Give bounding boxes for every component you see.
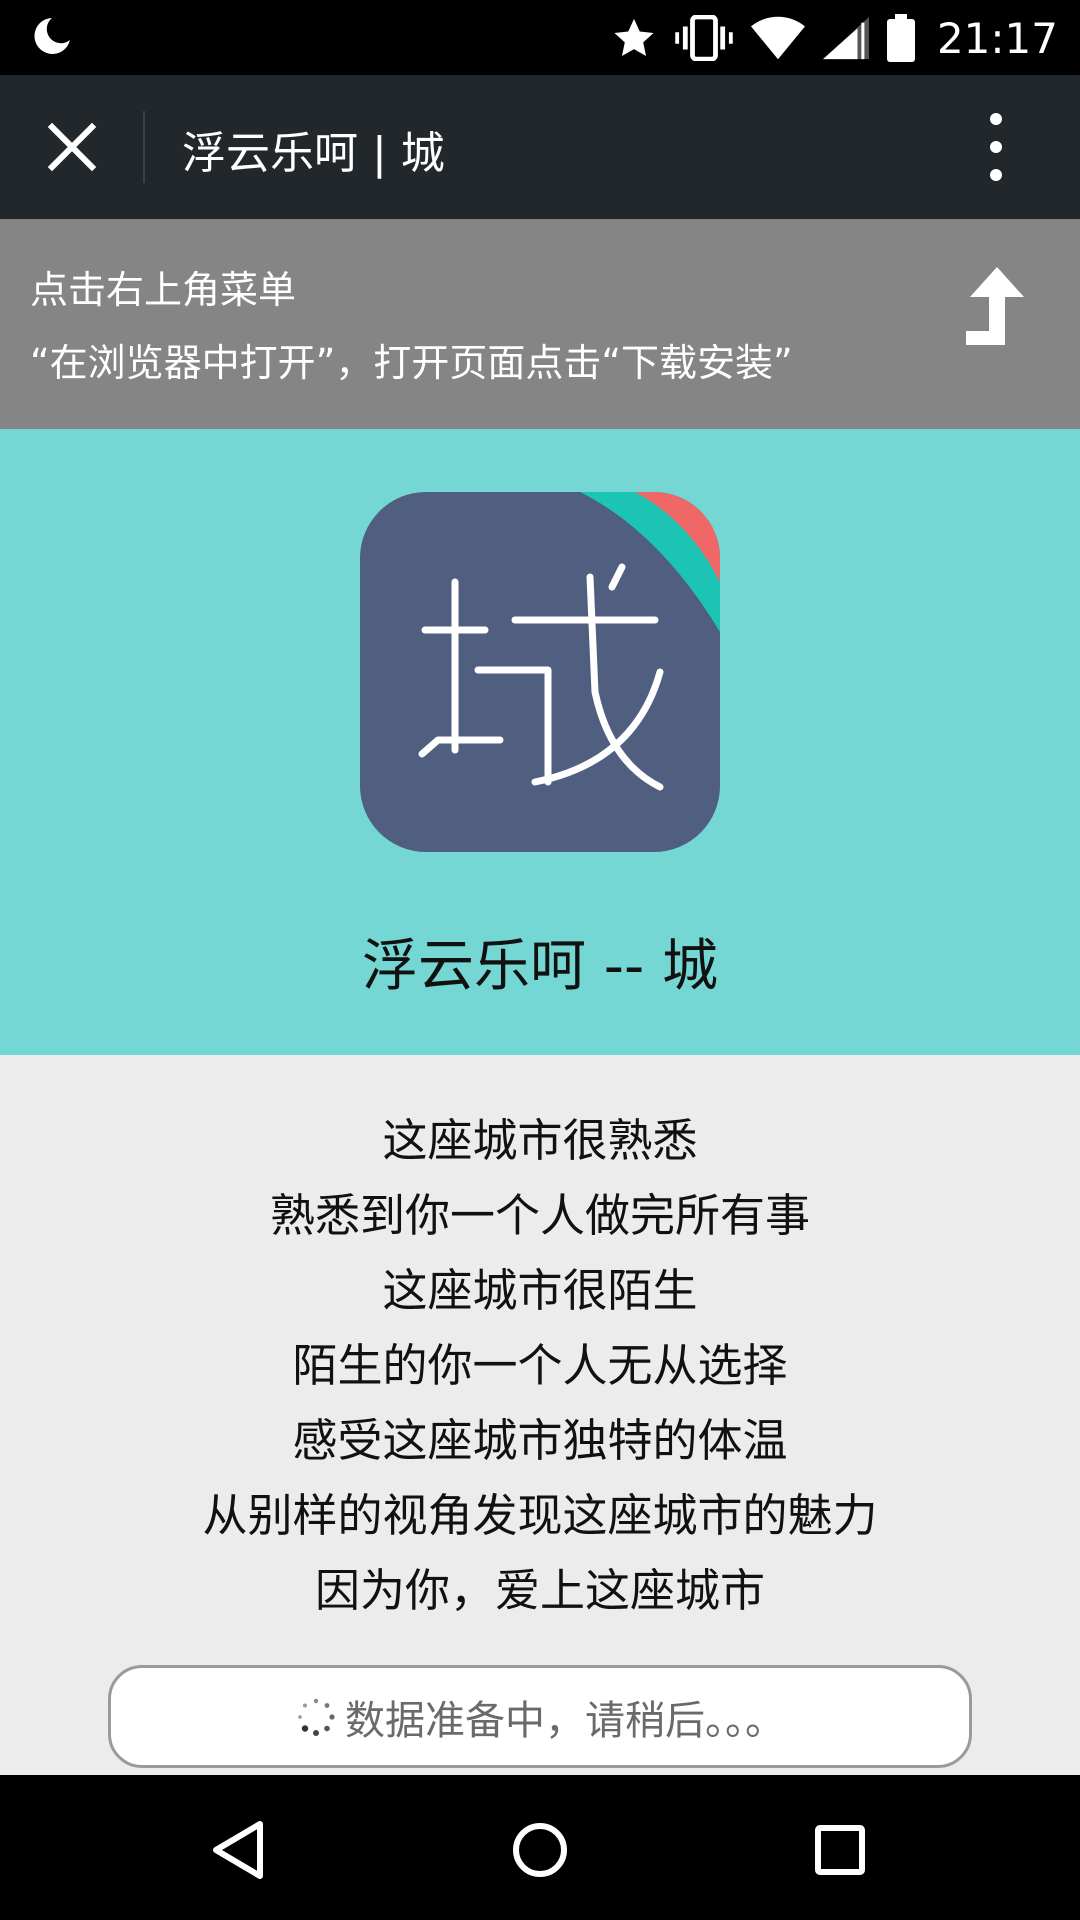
loading-spinner-icon — [298, 1698, 335, 1736]
moon-icon — [34, 18, 70, 54]
app-name: 浮云乐呵 -- 城 — [361, 934, 718, 999]
download-loading-button[interactable]: 数据准备中，请稍后。。。 — [108, 1665, 972, 1768]
nav-back-button[interactable] — [200, 1810, 280, 1890]
page-title: 浮云乐呵 | 城 — [182, 128, 445, 179]
star-icon — [611, 15, 657, 61]
status-time: 21:17 — [936, 13, 1058, 63]
description-line: 因为你，爱上这座城市 — [314, 1564, 765, 1617]
close-icon — [47, 122, 97, 172]
app-bar: 浮云乐呵 | 城 — [0, 75, 1080, 219]
turn-up-arrow-icon — [966, 267, 1024, 345]
app-hero: 浮云乐呵 -- 城 — [0, 429, 1080, 1055]
description-line: 感受这座城市独特的体温 — [292, 1414, 788, 1467]
description-line: 这座城市很陌生 — [382, 1264, 698, 1317]
hint-line-2: “在浏览器中打开”，打开页面点击“下载安装” — [30, 341, 793, 385]
close-button[interactable] — [36, 111, 108, 183]
battery-icon — [886, 14, 915, 62]
open-in-browser-hint: 点击右上角菜单 “在浏览器中打开”，打开页面点击“下载安装” — [0, 219, 1080, 429]
nav-recents-button[interactable] — [800, 1810, 880, 1890]
description-line: 陌生的你一个人无从选择 — [292, 1339, 788, 1392]
hint-line-1: 点击右上角菜单 — [30, 268, 297, 312]
description-line: 从别样的视角发现这座城市的魅力 — [202, 1489, 878, 1542]
description-line: 这座城市很熟悉 — [382, 1114, 698, 1167]
more-menu-button[interactable] — [970, 109, 1022, 185]
home-circle-icon — [513, 1823, 567, 1877]
wifi-icon — [750, 16, 805, 60]
recents-square-icon — [815, 1825, 865, 1875]
more-vert-icon — [990, 113, 1002, 181]
signal-icon — [822, 16, 869, 60]
status-bar: 21:17 — [0, 0, 1080, 75]
app-bar-divider — [143, 111, 145, 183]
navigation-bar — [0, 1775, 1080, 1920]
app-icon — [360, 492, 720, 852]
loading-text: 数据准备中，请稍后。。。 — [345, 1697, 785, 1744]
nav-home-button[interactable] — [500, 1810, 580, 1890]
description-line: 熟悉到你一个人做完所有事 — [269, 1189, 810, 1242]
vibrate-icon — [675, 15, 733, 61]
app-description: 这座城市很熟悉 熟悉到你一个人做完所有事 这座城市很陌生 陌生的你一个人无从选择… — [0, 1055, 1080, 1775]
back-triangle-icon — [213, 1821, 263, 1879]
